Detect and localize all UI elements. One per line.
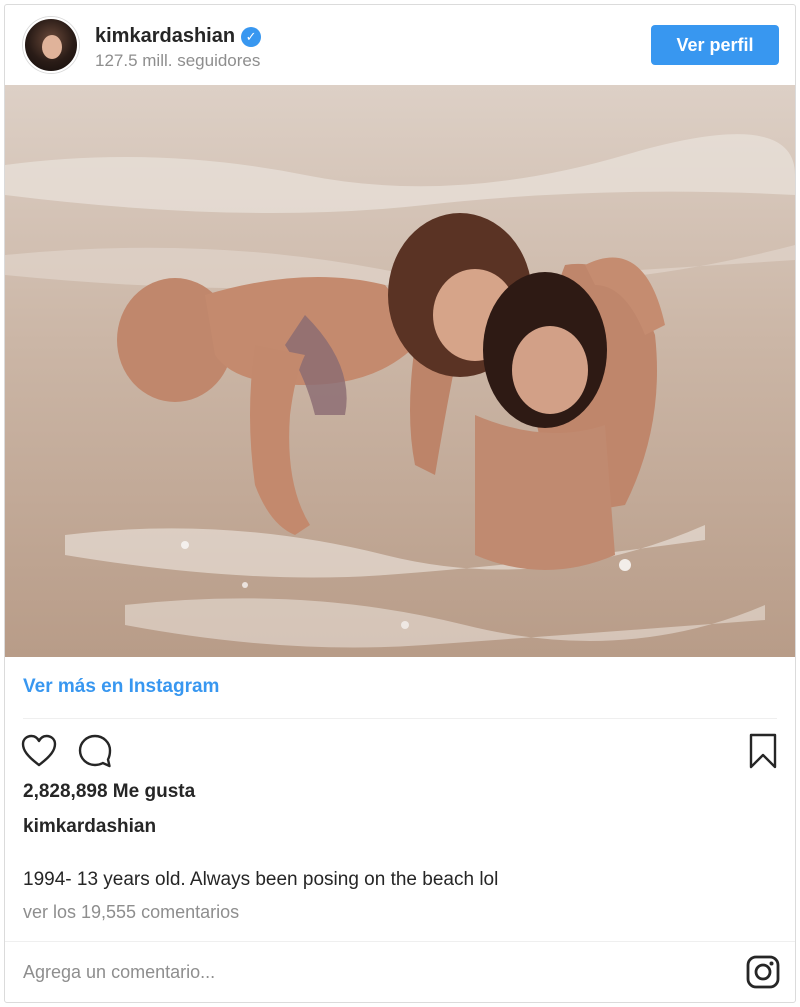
comment-input[interactable] (23, 957, 703, 987)
avatar-face (42, 35, 62, 59)
post-actions (19, 731, 115, 771)
username[interactable]: kimkardashian (95, 25, 235, 48)
username-row: kimkardashian ✓ (95, 25, 262, 48)
instagram-embed-card: kimkardashian ✓ 127.5 mill. seguidores V… (4, 4, 796, 1003)
heart-icon[interactable] (19, 731, 59, 771)
view-more-on-instagram-link[interactable]: Ver más en Instagram (23, 676, 219, 698)
follower-count: 127.5 mill. seguidores (95, 51, 261, 70)
like-count[interactable]: 2,828,898 Me gusta (23, 781, 195, 803)
post-header: kimkardashian ✓ 127.5 mill. seguidores V… (5, 5, 795, 85)
avatar[interactable] (23, 17, 79, 73)
divider (23, 718, 777, 719)
bookmark-icon[interactable] (743, 731, 783, 771)
verified-badge-icon: ✓ (241, 26, 262, 47)
post-caption: 1994- 13 years old. Always been posing o… (23, 869, 499, 890)
instagram-icon[interactable] (745, 954, 781, 990)
view-profile-button[interactable]: Ver perfil (651, 25, 779, 65)
beach-photo-illustration (5, 85, 795, 657)
view-comments-link[interactable]: ver los 19,555 comentarios (23, 902, 239, 923)
caption-username[interactable]: kimkardashian (23, 816, 156, 838)
comment-icon[interactable] (75, 731, 115, 771)
post-image[interactable] (5, 85, 795, 657)
divider (5, 941, 795, 942)
